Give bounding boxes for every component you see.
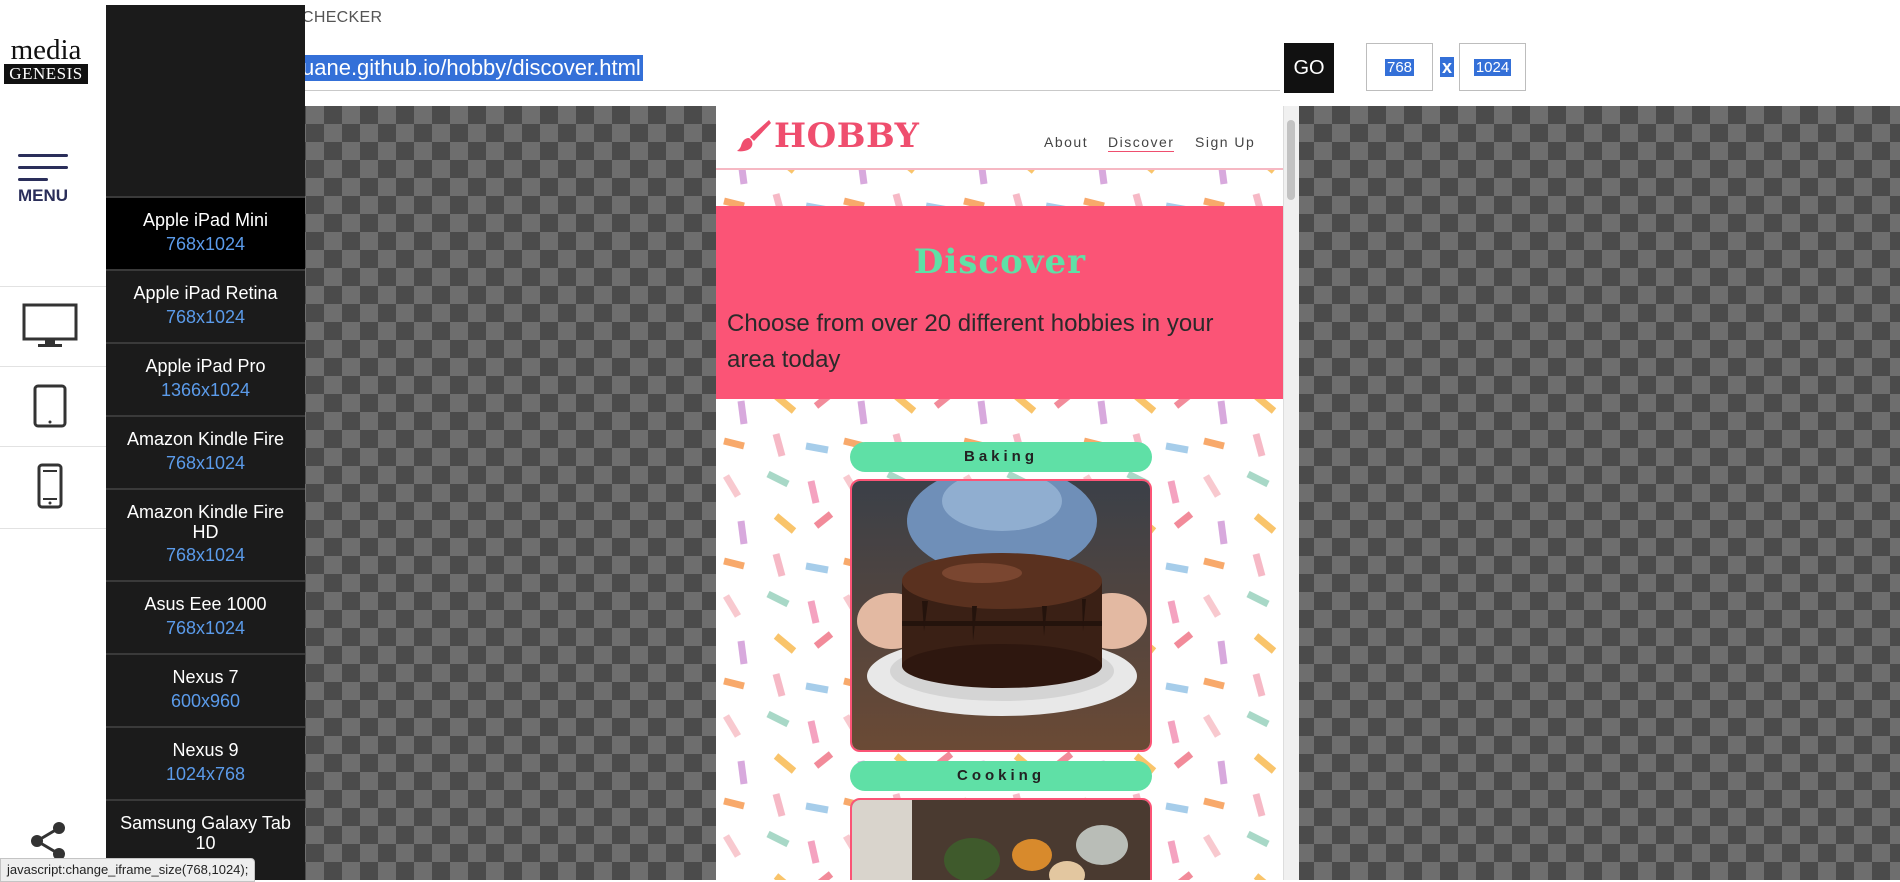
device-name: Apple iPad Mini	[142, 210, 269, 230]
phone-view-button[interactable]	[0, 446, 100, 526]
baking-photo[interactable]	[850, 479, 1152, 752]
phone-icon	[37, 463, 63, 509]
nav-discover[interactable]: Discover	[1108, 134, 1175, 152]
hamburger-icon	[18, 154, 68, 181]
device-item-nexus-7[interactable]: Nexus 7 600x960	[106, 653, 305, 726]
device-item-amazon-kindle-fire-hd[interactable]: Amazon Kindle Fire HD 768x1024	[106, 488, 305, 580]
menu-button[interactable]: MENU	[0, 150, 86, 220]
preview-scrollbar[interactable]	[1283, 106, 1299, 880]
cooking-photo[interactable]	[850, 798, 1152, 880]
device-item-asus-eee-1000[interactable]: Asus Eee 1000 768x1024	[106, 580, 305, 653]
hobby-site: HOBBY About Discover Sign Up Discover Ch…	[716, 106, 1284, 880]
device-name: Nexus 9	[172, 740, 239, 760]
hero-subtitle: Choose from over 20 different hobbies in…	[727, 310, 1214, 373]
desktop-view-button[interactable]	[0, 286, 100, 366]
device-resolution: 600x960	[170, 691, 241, 711]
device-name: Samsung Galaxy Tab 10	[120, 813, 291, 853]
device-item-nexus-9[interactable]: Nexus 9 1024x768	[106, 726, 305, 799]
dimension-separator: x	[1440, 57, 1455, 77]
go-button[interactable]: GO	[1284, 43, 1334, 93]
device-resolution: 768x1024	[165, 234, 246, 254]
device-item-apple-ipad-retina[interactable]: Apple iPad Retina 768x1024	[106, 269, 305, 342]
category-pill-baking[interactable]: Baking	[850, 442, 1152, 472]
device-name: Apple iPad Pro	[145, 356, 266, 376]
desktop-monitor-icon	[22, 303, 78, 347]
status-bar-link-preview: javascript:change_iframe_size(768,1024);	[0, 858, 256, 882]
device-resolution: 768x1024	[165, 453, 246, 473]
width-input[interactable]: 768	[1366, 43, 1433, 91]
logo-text-bottom: GENESIS	[4, 64, 88, 84]
chocolate-cake-image	[852, 481, 1150, 750]
media-genesis-logo[interactable]: media GENESIS	[4, 36, 88, 84]
paintbrush-icon	[737, 120, 771, 152]
height-value: 1024	[1473, 58, 1512, 76]
left-rail: media GENESIS MENU	[0, 0, 106, 880]
tablet-icon	[33, 384, 67, 428]
hero-title: Discover	[913, 242, 1087, 282]
url-input[interactable]: uane.github.io/hobby/discover.html	[300, 46, 1280, 91]
device-name: Amazon Kindle Fire	[126, 429, 285, 449]
device-item-amazon-kindle-fire[interactable]: Amazon Kindle Fire 768x1024	[106, 415, 305, 488]
device-name: Asus Eee 1000	[144, 594, 267, 614]
nav-sign-up[interactable]: Sign Up	[1195, 134, 1255, 150]
site-navbar: HOBBY About Discover Sign Up	[716, 106, 1284, 170]
width-value: 768	[1384, 58, 1415, 76]
tool-title: CHECKER	[302, 9, 383, 26]
site-logo[interactable]: HOBBY	[736, 116, 919, 156]
device-list-panel: Apple iPad Mini 768x1024 Apple iPad Reti…	[106, 5, 305, 880]
scrollbar-thumb[interactable]	[1287, 120, 1295, 200]
menu-label: MENU	[17, 186, 69, 205]
device-item-apple-ipad-mini[interactable]: Apple iPad Mini 768x1024	[106, 196, 305, 269]
device-resolution: 768x1024	[165, 545, 246, 565]
height-input[interactable]: 1024	[1459, 43, 1526, 91]
device-item-apple-ipad-pro[interactable]: Apple iPad Pro 1366x1024	[106, 342, 305, 415]
device-name: Nexus 7	[172, 667, 239, 687]
category-pill-cooking[interactable]: Cooking	[850, 761, 1152, 791]
device-name: Apple iPad Retina	[133, 283, 278, 303]
device-resolution: 768x1024	[165, 307, 246, 327]
site-brand-name: HOBBY	[774, 116, 920, 156]
device-preview-frame[interactable]: HOBBY About Discover Sign Up Discover Ch…	[716, 106, 1299, 880]
device-name: Amazon Kindle Fire HD	[126, 502, 285, 542]
cooking-food-image	[852, 800, 1150, 880]
url-text: uane.github.io/hobby/discover.html	[300, 55, 643, 81]
device-resolution: 768x1024	[165, 618, 246, 638]
hero-banner: Discover Choose from over 20 different h…	[716, 206, 1284, 399]
logo-text-top: media	[10, 34, 82, 66]
tablet-view-button[interactable]	[0, 366, 100, 446]
device-resolution: 1366x1024	[160, 380, 251, 400]
device-resolution: 1024x768	[165, 764, 246, 784]
nav-about[interactable]: About	[1044, 134, 1088, 150]
rail-divider	[0, 528, 106, 529]
